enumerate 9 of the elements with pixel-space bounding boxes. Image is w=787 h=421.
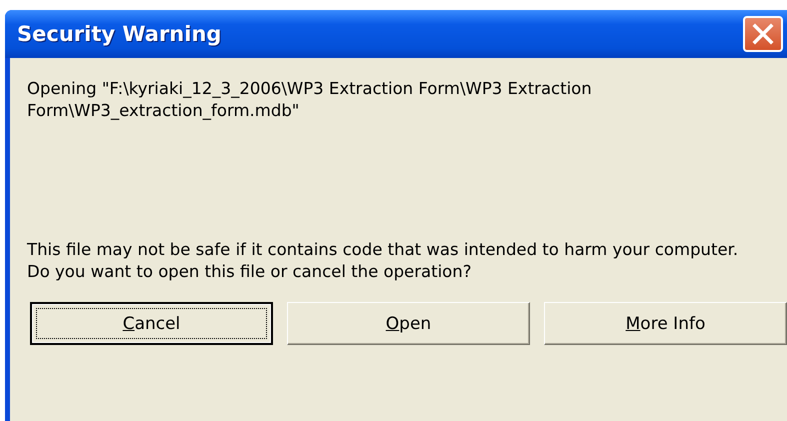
dialog-button[interactable]: More Info [544,302,787,345]
close-button[interactable] [743,16,783,52]
file-path-message: Opening "F:\kyriaki_12_3_2006\WP3 Extraction Form\WP3 Extraction Form\WP3_extraction_form.mdb" [27,78,593,122]
close-icon [752,23,774,45]
question-message: Do you want to open this file or cancel the operation? [27,261,472,283]
dialog-button[interactable]: Open [287,302,530,345]
dialog-button[interactable]: Cancel [30,302,273,345]
warning-message: This file may not be safe if it contains code that was intended to harm your computer. [27,239,740,261]
window-title: Security Warning [17,22,222,46]
